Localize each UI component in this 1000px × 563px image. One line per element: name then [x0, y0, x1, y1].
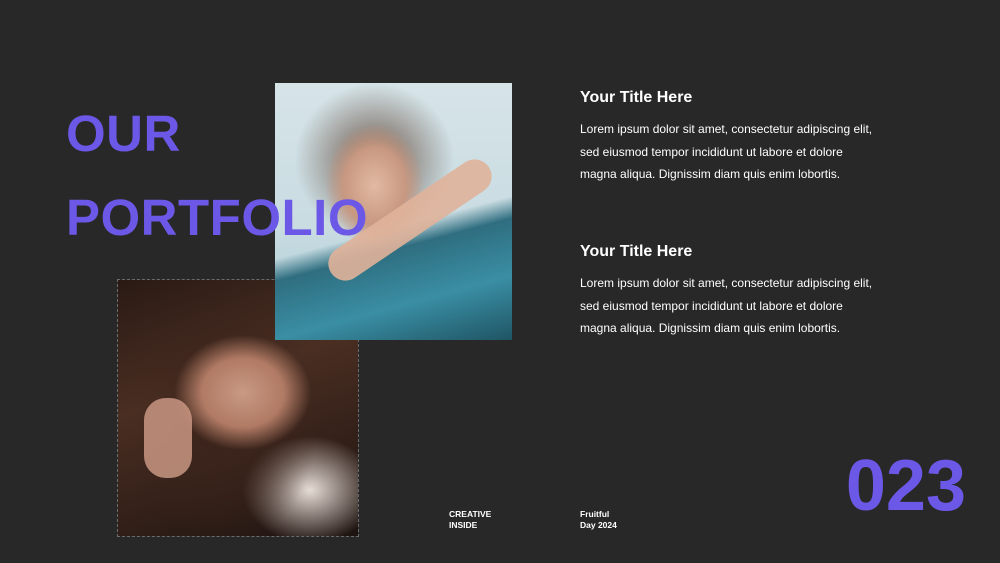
title-line-2: PORTFOLIO — [66, 189, 368, 246]
block-title: Your Title Here — [580, 89, 693, 106]
photo-detail — [144, 398, 192, 478]
footer-line: Fruitful — [580, 509, 610, 519]
body-line: magna aliqua. Dignissim diam quis enim l… — [580, 167, 841, 181]
body-line: Lorem ipsum dolor sit amet, consectetur … — [580, 122, 873, 136]
footer-line: Day 2024 — [580, 520, 617, 530]
footer-line: INSIDE — [449, 520, 478, 530]
slide: OUR PORTFOLIO Your Title Here Lorem ipsu… — [0, 0, 1000, 563]
body-line: sed eiusmod tempor incididunt ut labore … — [580, 298, 843, 313]
block-body: Lorem ipsum dolor sit amet, consectetur … — [580, 272, 920, 340]
page-title: OUR PORTFOLIO — [66, 92, 368, 260]
footer-brand: CREATIVE INSIDE — [449, 509, 491, 531]
block-body: Lorem ipsum dolor sit amet, consectetur … — [580, 118, 920, 186]
title-line-1: OUR — [66, 105, 181, 162]
footer-line: CREATIVE — [449, 509, 492, 519]
text-block-2: Your Title Here Lorem ipsum dolor sit am… — [580, 242, 920, 340]
body-line: Lorem ipsum dolor sit amet, consectetur … — [580, 276, 873, 290]
page-number: 023 — [845, 446, 966, 526]
footer-event: Fruitful Day 2024 — [580, 509, 617, 531]
text-block-1: Your Title Here Lorem ipsum dolor sit am… — [580, 88, 920, 186]
body-line: sed eiusmod tempor incididunt ut labore … — [580, 144, 843, 159]
block-title: Your Title Here — [580, 243, 693, 260]
body-line: magna aliqua. Dignissim diam quis enim l… — [580, 321, 841, 335]
